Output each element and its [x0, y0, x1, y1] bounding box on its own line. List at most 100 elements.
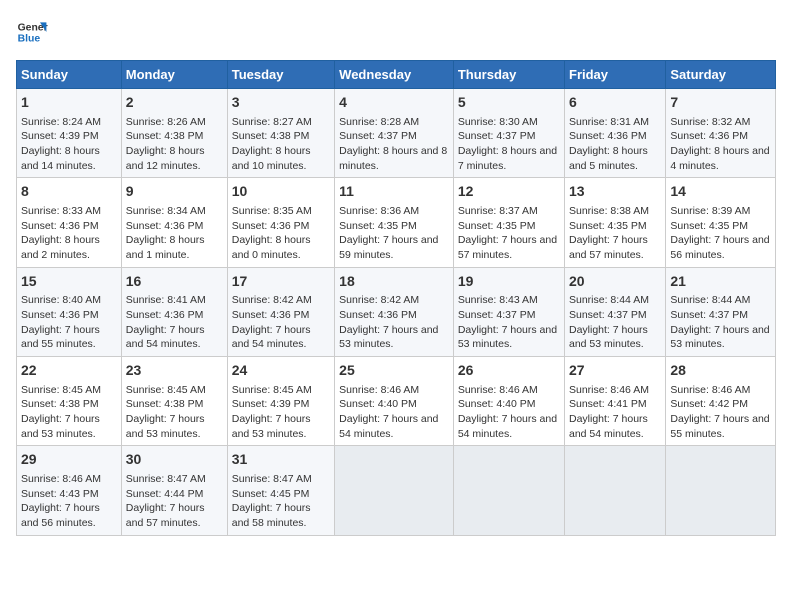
calendar-cell: 26Sunrise: 8:46 AMSunset: 4:40 PMDayligh…	[453, 357, 564, 446]
calendar-cell: 19Sunrise: 8:43 AMSunset: 4:37 PMDayligh…	[453, 267, 564, 356]
calendar-cell: 11Sunrise: 8:36 AMSunset: 4:35 PMDayligh…	[335, 178, 454, 267]
calendar-cell	[335, 446, 454, 535]
cell-details: Sunrise: 8:39 AMSunset: 4:35 PMDaylight:…	[670, 204, 771, 263]
cell-details: Sunrise: 8:34 AMSunset: 4:36 PMDaylight:…	[126, 204, 223, 263]
cell-details: Sunrise: 8:30 AMSunset: 4:37 PMDaylight:…	[458, 115, 560, 174]
day-number: 18	[339, 272, 449, 292]
day-number: 15	[21, 272, 117, 292]
calendar-cell: 22Sunrise: 8:45 AMSunset: 4:38 PMDayligh…	[17, 357, 122, 446]
day-number: 3	[232, 93, 330, 113]
day-number: 20	[569, 272, 661, 292]
cell-details: Sunrise: 8:38 AMSunset: 4:35 PMDaylight:…	[569, 204, 661, 263]
col-header-saturday: Saturday	[666, 61, 776, 89]
cell-details: Sunrise: 8:45 AMSunset: 4:38 PMDaylight:…	[126, 383, 223, 442]
calendar-week-row: 29Sunrise: 8:46 AMSunset: 4:43 PMDayligh…	[17, 446, 776, 535]
calendar-cell	[453, 446, 564, 535]
col-header-friday: Friday	[565, 61, 666, 89]
cell-details: Sunrise: 8:35 AMSunset: 4:36 PMDaylight:…	[232, 204, 330, 263]
calendar-cell: 31Sunrise: 8:47 AMSunset: 4:45 PMDayligh…	[227, 446, 334, 535]
calendar-table: SundayMondayTuesdayWednesdayThursdayFrid…	[16, 60, 776, 536]
calendar-cell: 23Sunrise: 8:45 AMSunset: 4:38 PMDayligh…	[121, 357, 227, 446]
cell-details: Sunrise: 8:43 AMSunset: 4:37 PMDaylight:…	[458, 293, 560, 352]
cell-details: Sunrise: 8:42 AMSunset: 4:36 PMDaylight:…	[339, 293, 449, 352]
calendar-cell: 15Sunrise: 8:40 AMSunset: 4:36 PMDayligh…	[17, 267, 122, 356]
calendar-cell: 8Sunrise: 8:33 AMSunset: 4:36 PMDaylight…	[17, 178, 122, 267]
day-number: 6	[569, 93, 661, 113]
calendar-cell: 25Sunrise: 8:46 AMSunset: 4:40 PMDayligh…	[335, 357, 454, 446]
calendar-week-row: 1Sunrise: 8:24 AMSunset: 4:39 PMDaylight…	[17, 89, 776, 178]
day-number: 1	[21, 93, 117, 113]
day-number: 27	[569, 361, 661, 381]
day-number: 31	[232, 450, 330, 470]
day-number: 5	[458, 93, 560, 113]
calendar-cell: 16Sunrise: 8:41 AMSunset: 4:36 PMDayligh…	[121, 267, 227, 356]
calendar-cell: 2Sunrise: 8:26 AMSunset: 4:38 PMDaylight…	[121, 89, 227, 178]
calendar-cell: 13Sunrise: 8:38 AMSunset: 4:35 PMDayligh…	[565, 178, 666, 267]
cell-details: Sunrise: 8:44 AMSunset: 4:37 PMDaylight:…	[670, 293, 771, 352]
day-number: 12	[458, 182, 560, 202]
day-number: 23	[126, 361, 223, 381]
calendar-cell: 27Sunrise: 8:46 AMSunset: 4:41 PMDayligh…	[565, 357, 666, 446]
calendar-cell: 6Sunrise: 8:31 AMSunset: 4:36 PMDaylight…	[565, 89, 666, 178]
calendar-cell: 1Sunrise: 8:24 AMSunset: 4:39 PMDaylight…	[17, 89, 122, 178]
calendar-cell: 9Sunrise: 8:34 AMSunset: 4:36 PMDaylight…	[121, 178, 227, 267]
cell-details: Sunrise: 8:26 AMSunset: 4:38 PMDaylight:…	[126, 115, 223, 174]
day-number: 22	[21, 361, 117, 381]
day-number: 9	[126, 182, 223, 202]
day-number: 19	[458, 272, 560, 292]
col-header-monday: Monday	[121, 61, 227, 89]
cell-details: Sunrise: 8:46 AMSunset: 4:40 PMDaylight:…	[458, 383, 560, 442]
day-number: 8	[21, 182, 117, 202]
day-number: 13	[569, 182, 661, 202]
day-number: 11	[339, 182, 449, 202]
calendar-cell: 17Sunrise: 8:42 AMSunset: 4:36 PMDayligh…	[227, 267, 334, 356]
day-number: 30	[126, 450, 223, 470]
day-number: 10	[232, 182, 330, 202]
calendar-cell	[666, 446, 776, 535]
cell-details: Sunrise: 8:45 AMSunset: 4:39 PMDaylight:…	[232, 383, 330, 442]
day-number: 26	[458, 361, 560, 381]
cell-details: Sunrise: 8:42 AMSunset: 4:36 PMDaylight:…	[232, 293, 330, 352]
calendar-week-row: 22Sunrise: 8:45 AMSunset: 4:38 PMDayligh…	[17, 357, 776, 446]
col-header-wednesday: Wednesday	[335, 61, 454, 89]
calendar-cell: 3Sunrise: 8:27 AMSunset: 4:38 PMDaylight…	[227, 89, 334, 178]
day-number: 7	[670, 93, 771, 113]
page-header: General Blue	[16, 16, 776, 48]
day-number: 2	[126, 93, 223, 113]
svg-text:Blue: Blue	[18, 34, 41, 45]
calendar-cell: 4Sunrise: 8:28 AMSunset: 4:37 PMDaylight…	[335, 89, 454, 178]
calendar-cell: 24Sunrise: 8:45 AMSunset: 4:39 PMDayligh…	[227, 357, 334, 446]
day-number: 17	[232, 272, 330, 292]
cell-details: Sunrise: 8:44 AMSunset: 4:37 PMDaylight:…	[569, 293, 661, 352]
day-number: 14	[670, 182, 771, 202]
col-header-thursday: Thursday	[453, 61, 564, 89]
cell-details: Sunrise: 8:40 AMSunset: 4:36 PMDaylight:…	[21, 293, 117, 352]
day-number: 21	[670, 272, 771, 292]
calendar-week-row: 8Sunrise: 8:33 AMSunset: 4:36 PMDaylight…	[17, 178, 776, 267]
calendar-cell	[565, 446, 666, 535]
cell-details: Sunrise: 8:46 AMSunset: 4:42 PMDaylight:…	[670, 383, 771, 442]
calendar-cell: 5Sunrise: 8:30 AMSunset: 4:37 PMDaylight…	[453, 89, 564, 178]
cell-details: Sunrise: 8:47 AMSunset: 4:44 PMDaylight:…	[126, 472, 223, 531]
day-number: 28	[670, 361, 771, 381]
cell-details: Sunrise: 8:28 AMSunset: 4:37 PMDaylight:…	[339, 115, 449, 174]
day-number: 16	[126, 272, 223, 292]
calendar-cell: 21Sunrise: 8:44 AMSunset: 4:37 PMDayligh…	[666, 267, 776, 356]
day-number: 25	[339, 361, 449, 381]
calendar-cell: 12Sunrise: 8:37 AMSunset: 4:35 PMDayligh…	[453, 178, 564, 267]
cell-details: Sunrise: 8:31 AMSunset: 4:36 PMDaylight:…	[569, 115, 661, 174]
cell-details: Sunrise: 8:24 AMSunset: 4:39 PMDaylight:…	[21, 115, 117, 174]
logo: General Blue	[16, 16, 48, 48]
cell-details: Sunrise: 8:33 AMSunset: 4:36 PMDaylight:…	[21, 204, 117, 263]
cell-details: Sunrise: 8:41 AMSunset: 4:36 PMDaylight:…	[126, 293, 223, 352]
cell-details: Sunrise: 8:45 AMSunset: 4:38 PMDaylight:…	[21, 383, 117, 442]
calendar-cell: 14Sunrise: 8:39 AMSunset: 4:35 PMDayligh…	[666, 178, 776, 267]
cell-details: Sunrise: 8:32 AMSunset: 4:36 PMDaylight:…	[670, 115, 771, 174]
day-number: 4	[339, 93, 449, 113]
calendar-cell: 20Sunrise: 8:44 AMSunset: 4:37 PMDayligh…	[565, 267, 666, 356]
calendar-cell: 28Sunrise: 8:46 AMSunset: 4:42 PMDayligh…	[666, 357, 776, 446]
cell-details: Sunrise: 8:37 AMSunset: 4:35 PMDaylight:…	[458, 204, 560, 263]
cell-details: Sunrise: 8:46 AMSunset: 4:41 PMDaylight:…	[569, 383, 661, 442]
calendar-cell: 29Sunrise: 8:46 AMSunset: 4:43 PMDayligh…	[17, 446, 122, 535]
col-header-tuesday: Tuesday	[227, 61, 334, 89]
